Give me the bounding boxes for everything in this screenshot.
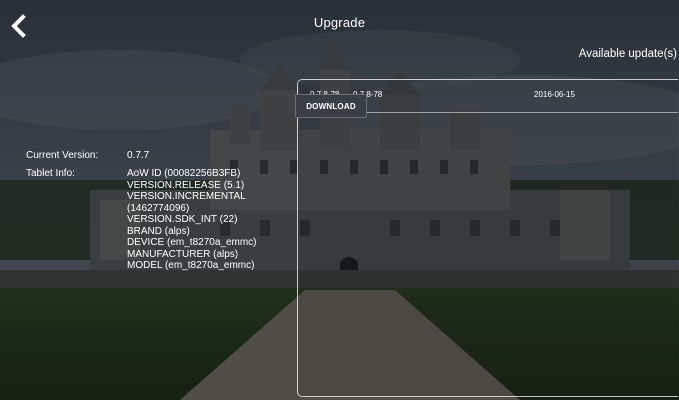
available-updates-heading: Available update(s) (578, 48, 677, 60)
tablet-info-line: VERSION.RELEASE (5.1) (127, 179, 245, 191)
tablet-info-line: DEVICE (em_t8270a_emmc) (127, 237, 257, 248)
update-date: 2016-06-15 (534, 90, 575, 99)
download-button[interactable]: DOWNLOAD (295, 94, 367, 118)
tablet-info-line: AoW ID (00082256B3FB) (127, 168, 241, 179)
tablet-info-line: MANUFACTURER (alps) (127, 248, 239, 260)
updates-panel: 0.7.8-78 0.7.8-78 2016-06-15 (297, 79, 678, 397)
page-title: Upgrade (313, 15, 366, 30)
tablet-info-line: VERSION.SDK_INT (22) (127, 214, 238, 225)
tablet-info-list: AoW ID (00082256B3FB) VERSION.RELEASE (5… (127, 168, 327, 272)
tablet-info-label: Tablet Info: (26, 168, 75, 179)
tablet-info-line: BRAND (alps) (127, 225, 190, 237)
current-version-label: Current Version: (26, 150, 99, 161)
tablet-info-line: MODEL (em_t8270a_emmc) (127, 260, 255, 271)
tablet-info-line: VERSION.INCREMENTAL (1462774096) (127, 191, 246, 214)
current-version-value: 0.7.7 (127, 150, 150, 161)
